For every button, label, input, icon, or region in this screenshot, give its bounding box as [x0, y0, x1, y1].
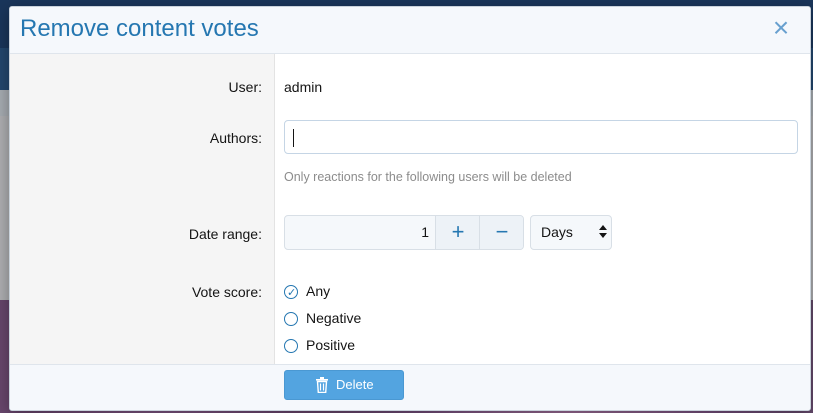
remove-votes-dialog: Remove content votes × User: Authors: Da… — [9, 6, 811, 411]
dialog-title: Remove content votes — [20, 15, 259, 42]
user-label: User: — [228, 79, 262, 95]
date-range-stepper: 1 + − — [284, 215, 524, 250]
vote-score-label: Vote score: — [191, 284, 262, 300]
decrement-button[interactable]: − — [479, 216, 523, 249]
authors-label: Authors: — [209, 130, 262, 146]
date-range-label: Date range: — [188, 226, 262, 242]
radio-unselected-icon — [284, 312, 298, 326]
delete-label: Delete — [336, 377, 374, 392]
trash-icon — [316, 377, 328, 393]
radio-unselected-icon — [284, 339, 298, 353]
radio-selected-icon: ✓ — [284, 285, 298, 299]
dialog-header: Remove content votes × — [10, 7, 810, 54]
date-unit-select[interactable]: Days — [530, 215, 612, 250]
authors-input[interactable] — [284, 120, 798, 154]
radio-label-positive: Positive — [306, 337, 356, 353]
close-icon[interactable]: × — [768, 13, 794, 43]
label-column: User: Authors: Date range: Vote score: — [10, 54, 275, 364]
delete-button[interactable]: Delete — [284, 370, 404, 400]
date-range-input[interactable]: 1 — [285, 216, 435, 249]
increment-button[interactable]: + — [435, 216, 480, 249]
text-caret — [293, 129, 294, 147]
radio-label-negative: Negative — [306, 310, 362, 326]
date-unit-value: Days — [541, 224, 573, 240]
select-arrows-icon — [599, 225, 607, 239]
authors-hint: Only reactions for the following users w… — [284, 170, 572, 184]
check-icon: ✓ — [287, 287, 297, 299]
user-value: admin — [284, 79, 323, 95]
dialog-footer: Delete — [10, 364, 810, 410]
dialog-body: User: Authors: Date range: Vote score: a… — [10, 54, 810, 364]
radio-label-any: Any — [306, 283, 331, 299]
